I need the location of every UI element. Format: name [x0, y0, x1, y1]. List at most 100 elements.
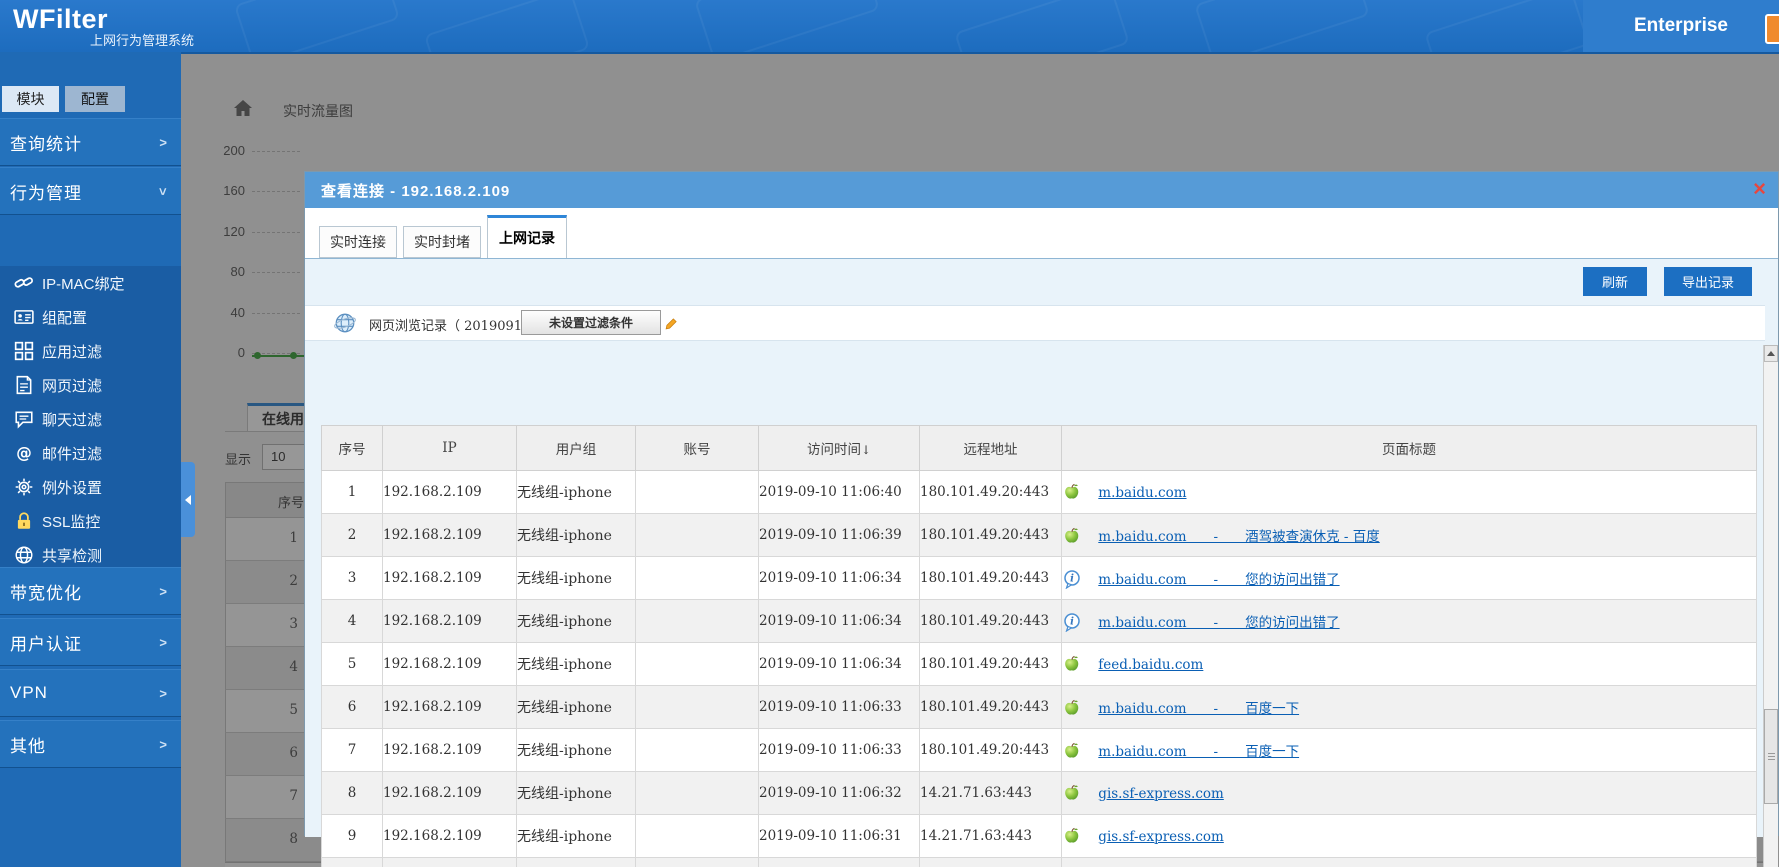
tab-modules[interactable]: 模块 [2, 86, 59, 112]
cell-user-group: 无线组-iphone [516, 685, 636, 729]
sidebar-item-at[interactable]: @ 邮件过滤 [0, 436, 181, 470]
cell-page-title: i mbd.baidu.com [1061, 857, 1757, 867]
history-row[interactable]: 1 192.168.2.109 无线组-iphone 2019-09-10 11… [321, 470, 1757, 514]
sidebar-group-behavior-mgmt[interactable]: 行为管理 > [0, 167, 181, 215]
sidebar-item-lock[interactable]: SSL监控 [0, 504, 181, 538]
scrollbar-thumb[interactable] [1764, 709, 1778, 804]
sidebar: 模块 配置 查询统计 > 行为管理 > IP-MAC绑定 组配置 应用过滤 网页… [0, 52, 181, 867]
page-title-link[interactable]: gis.sf-express.com [1098, 786, 1224, 802]
refresh-button[interactable]: 刷新 [1583, 267, 1647, 296]
history-row[interactable]: 8 192.168.2.109 无线组-iphone 2019-09-10 11… [321, 771, 1757, 815]
dialog-tabs: 实时连接 实时封堵 上网记录 [305, 208, 1778, 258]
apple-icon [1062, 826, 1082, 846]
cell-page-title: gis.sf-express.com [1061, 771, 1757, 815]
apple-icon [1062, 526, 1082, 546]
page-title-link[interactable]: gis.sf-express.com [1098, 829, 1224, 845]
page-title-link[interactable]: m.baidu.com - 百度一下 [1098, 701, 1299, 717]
cell-time: 2019-09-10 11:06:39 [758, 513, 920, 557]
sidebar-item-grid[interactable]: 应用过滤 [0, 334, 181, 368]
history-row[interactable]: 4 192.168.2.109 无线组-iphone 2019-09-10 11… [321, 599, 1757, 643]
subitem-icon [14, 511, 34, 531]
notification-icon[interactable] [1765, 14, 1779, 44]
cell-account [635, 556, 759, 600]
filter-condition-button[interactable]: 未设置过滤条件 [521, 310, 677, 335]
cell-ip: 192.168.2.109 [382, 513, 517, 557]
cell-page-title: m.baidu.com - 百度一下 [1061, 685, 1757, 729]
info-icon: i [1062, 569, 1082, 589]
page-title-link[interactable]: m.baidu.com - 酒驾被查演休克 - 百度 [1098, 529, 1379, 545]
sidebar-item-webpage[interactable]: 网页过滤 [0, 368, 181, 402]
export-button[interactable]: 导出记录 [1664, 267, 1752, 296]
col-header-4[interactable]: 访问时间↓ [758, 425, 920, 471]
sidebar-group[interactable]: VPN > [0, 669, 181, 717]
cell-page-title: m.baidu.com - 酒驾被查演休克 - 百度 [1061, 513, 1757, 557]
cell-ip: 192.168.2.109 [382, 599, 517, 643]
sidebar-item-id-card[interactable]: 组配置 [0, 300, 181, 334]
cell-page-title: i m.baidu.com - 您的访问出错了 [1061, 556, 1757, 600]
apple-icon [1062, 741, 1082, 761]
cell-no: 3 [321, 556, 383, 600]
subitem-icon [14, 477, 34, 497]
sidebar-group[interactable]: 用户认证 > [0, 618, 181, 666]
sidebar-group-query-stats[interactable]: 查询统计 > [0, 118, 181, 166]
cell-remote: 180.101.49.20:443 [919, 685, 1062, 729]
view-connections-dialog: 查看连接 - 192.168.2.109 × 实时连接 实时封堵 上网记录 刷新 导… [304, 171, 1779, 867]
cell-remote: 14.21.71.63:443 [919, 771, 1062, 815]
sidebar-item-gear[interactable]: 例外设置 [0, 470, 181, 504]
history-row[interactable]: 9 192.168.2.109 无线组-iphone 2019-09-10 11… [321, 814, 1757, 858]
scrollbar[interactable] [1763, 345, 1778, 867]
cell-remote: 14.21.71.63:443 [919, 814, 1062, 858]
history-row[interactable]: 3 192.168.2.109 无线组-iphone 2019-09-10 11… [321, 556, 1757, 600]
cell-account [635, 857, 759, 867]
close-icon[interactable]: × [1753, 177, 1766, 201]
cell-account [635, 685, 759, 729]
history-row[interactable]: 6 192.168.2.109 无线组-iphone 2019-09-10 11… [321, 685, 1757, 729]
history-row[interactable]: 2 192.168.2.109 无线组-iphone 2019-09-10 11… [321, 513, 1757, 557]
tab-config[interactable]: 配置 [65, 86, 125, 112]
sidebar-tabs: 模块 配置 [0, 86, 181, 112]
dialog-titlebar: 查看连接 - 192.168.2.109 × [305, 172, 1778, 208]
chevron-right-icon: > [159, 583, 167, 599]
page-title-link[interactable]: m.baidu.com - 您的访问出错了 [1098, 615, 1339, 631]
cell-no: 7 [321, 728, 383, 772]
page-title-link[interactable]: m.baidu.com - 百度一下 [1098, 744, 1299, 760]
filter-strip: 网页浏览记录（ 20190910 ） 未设置过滤条件 [305, 305, 1765, 341]
col-header-3: 账号 [635, 425, 759, 471]
chevron-left-icon [185, 494, 191, 505]
cell-time: 2019-09-10 11:06:32 [758, 771, 920, 815]
cell-remote: 180.101.49.20:443 [919, 556, 1062, 600]
dialog-tab-1[interactable]: 实时封堵 [403, 226, 481, 258]
svg-text:i: i [1070, 616, 1074, 627]
cell-user-group: 无线组-iphone [516, 513, 636, 557]
cell-user-group: 无线组-iphone [516, 771, 636, 815]
sidebar-item-chat[interactable]: 聊天过滤 [0, 402, 181, 436]
sidebar-group[interactable]: 其他 > [0, 720, 181, 768]
cell-remote: 180.101.49.20:443 [919, 728, 1062, 772]
cell-ip: 192.168.2.109 [382, 642, 517, 686]
cell-no: 5 [321, 642, 383, 686]
history-row[interactable]: 7 192.168.2.109 无线组-iphone 2019-09-10 11… [321, 728, 1757, 772]
dialog-tab-2[interactable]: 上网记录 [487, 215, 567, 258]
subitem-icon [14, 307, 34, 327]
sidebar-item-link[interactable]: IP-MAC绑定 [0, 266, 181, 300]
col-header-2: 用户组 [516, 425, 636, 471]
dialog-tab-0[interactable]: 实时连接 [319, 226, 397, 258]
page-title-link[interactable]: m.baidu.com - 您的访问出错了 [1098, 572, 1339, 588]
chevron-right-icon: > [159, 634, 167, 650]
subitem-icon [14, 545, 34, 565]
page-title-link[interactable]: m.baidu.com [1098, 485, 1186, 501]
history-row[interactable]: 5 192.168.2.109 无线组-iphone 2019-09-10 11… [321, 642, 1757, 686]
sidebar-collapse-handle[interactable] [181, 462, 195, 537]
cell-user-group: 无线组-iphone [516, 642, 636, 686]
svg-text:@: @ [16, 444, 32, 462]
cell-time: 2019-09-10 11:06:34 [758, 642, 920, 686]
cell-account [635, 513, 759, 557]
scroll-up-icon[interactable] [1764, 345, 1778, 362]
cell-remote: 180.101.49.20:443 [919, 513, 1062, 557]
page-title-link[interactable]: feed.baidu.com [1098, 657, 1203, 673]
history-row[interactable]: 10 192.168.2.109 无线组-iphone 2019-09-10 1… [321, 857, 1757, 867]
browsing-history-table: 序号 IP 用户组 账号 访问时间↓ 远程地址 页面标题 1 192.168.2.109 无… [321, 425, 1757, 867]
chevron-right-icon: > [159, 134, 167, 150]
apple-icon [1062, 654, 1082, 674]
sidebar-group[interactable]: 带宽优化 > [0, 567, 181, 615]
